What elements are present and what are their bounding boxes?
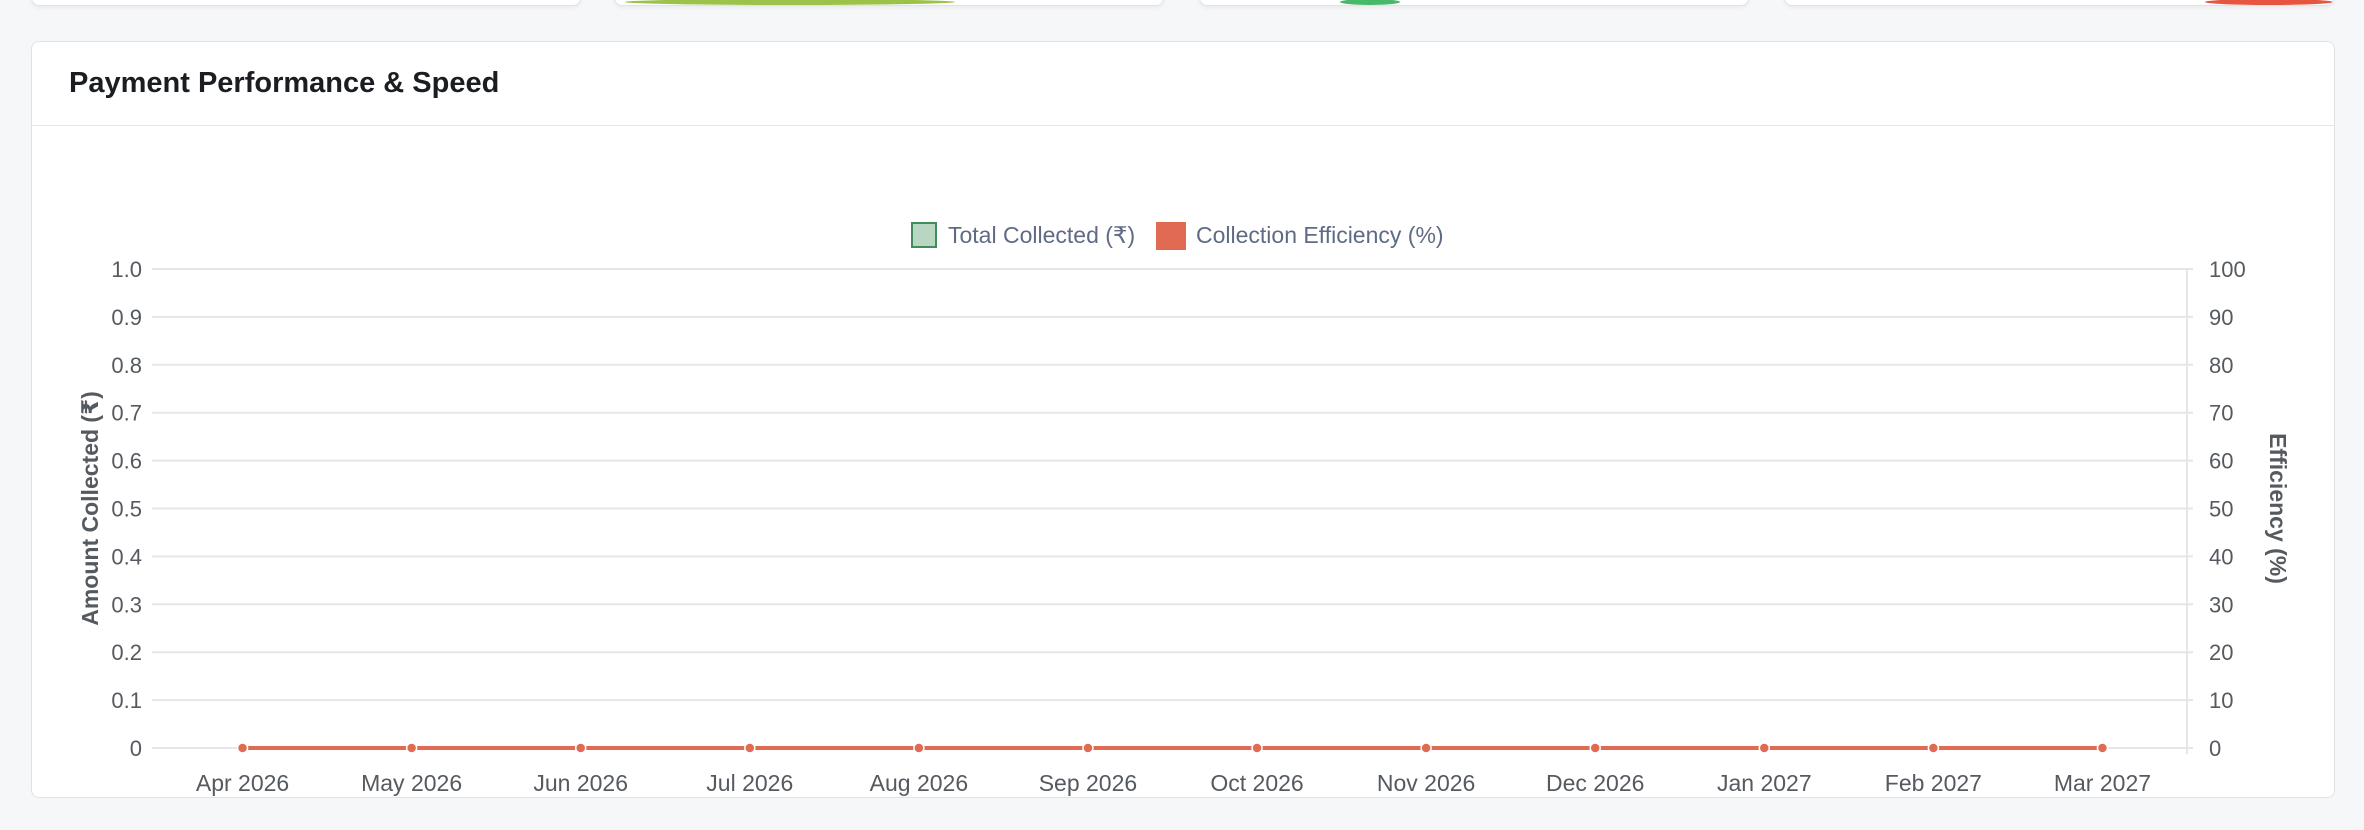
- point-collection-efficiency: [1758, 742, 1771, 754]
- x-tick-label: Nov 2026: [1377, 770, 1475, 796]
- point-collection-efficiency: [913, 742, 925, 754]
- card-sparkline: [1340, 0, 1400, 5]
- summary-card-1: [31, 0, 581, 6]
- point-collection-efficiency: [744, 742, 756, 754]
- x-tick-label: Sep 2026: [1039, 770, 1137, 796]
- legend-swatch-total-collected: [911, 222, 937, 248]
- payment-performance-panel: Payment Performance & Speed 0 0.1 0.2 0.3 0.…: [31, 41, 2335, 798]
- y-right-tick-label: 70: [2209, 401, 2233, 426]
- y-left-tick-label: 0.9: [111, 305, 142, 330]
- panel-title: Payment Performance & Speed: [69, 67, 500, 99]
- card-sparkline: [625, 0, 955, 5]
- x-tick-label: Mar 2027: [2054, 770, 2151, 796]
- y-right-tick-label: 40: [2209, 544, 2233, 569]
- y-right-tick-label: 30: [2209, 592, 2233, 617]
- point-collection-efficiency: [1082, 742, 1094, 754]
- point-collection-efficiency: [1251, 742, 1263, 754]
- y-left-axis-title: Amount Collected (₹): [77, 391, 103, 626]
- y-right-tick-label: 90: [2209, 305, 2233, 330]
- x-tick-label: May 2026: [361, 770, 462, 796]
- x-tick-label: Aug 2026: [870, 770, 968, 796]
- y-left-tick-label: 0.4: [111, 544, 142, 569]
- y-right-tick-label: 100: [2209, 257, 2246, 282]
- legend-swatch-collection-efficiency: [1156, 222, 1186, 250]
- y-left-tick-label: 0.3: [111, 592, 142, 617]
- point-collection-efficiency: [2096, 742, 2109, 754]
- y-right-tick-label: 0: [2209, 736, 2221, 761]
- y-left-tick-label: 0.1: [111, 688, 142, 713]
- y-left-tick-label: 0.2: [111, 640, 142, 665]
- y-left-tick-label: 0.8: [111, 353, 142, 378]
- point-collection-efficiency: [574, 742, 587, 754]
- y-right-tick-label: 80: [2209, 353, 2233, 378]
- y-left-tick-label: 0.5: [111, 497, 142, 522]
- x-tick-label: Oct 2026: [1210, 770, 1303, 796]
- chart-area: 0 0.1 0.2 0.3 0.4 0.5 0.6 0.7 0.8 0.9 1.0 0 10 20 30 40…: [32, 126, 2334, 797]
- summary-card-3: [1199, 0, 1749, 6]
- y-right-tick-label: 50: [2209, 497, 2233, 522]
- y-right-tick-label: 60: [2209, 449, 2233, 474]
- x-tick-label: Jul 2026: [706, 770, 793, 796]
- point-collection-efficiency: [405, 742, 418, 754]
- y-right-tick-label: 10: [2209, 688, 2233, 713]
- performance-chart: 0 0.1 0.2 0.3 0.4 0.5 0.6 0.7 0.8 0.9 1.0 0 10 20 30 40…: [77, 222, 2291, 796]
- y-left-tick-label: 0.7: [111, 401, 142, 426]
- summary-card-4: [1784, 0, 2334, 6]
- point-collection-efficiency: [1927, 742, 1940, 754]
- x-tick-label: Jan 2027: [1717, 770, 1812, 796]
- point-collection-efficiency: [1589, 742, 1601, 754]
- y-right-axis-title: Efficiency (%): [2265, 433, 2291, 584]
- panel-header: Payment Performance & Speed: [32, 42, 2334, 126]
- y-left-tick-label: 1.0: [111, 257, 142, 282]
- y-right-tick-label: 20: [2209, 640, 2233, 665]
- legend-label-total-collected: Total Collected (₹): [948, 222, 1135, 248]
- point-collection-efficiency: [236, 742, 249, 754]
- x-tick-label: Jun 2026: [533, 770, 628, 796]
- point-collection-efficiency: [1420, 742, 1432, 754]
- x-tick-label: Apr 2026: [196, 770, 289, 796]
- legend-label-collection-efficiency: Collection Efficiency (%): [1196, 222, 1444, 248]
- y-left-tick-label: 0.6: [111, 449, 142, 474]
- x-tick-label: Dec 2026: [1546, 770, 1644, 796]
- summary-card-2: [614, 0, 1164, 6]
- y-left-tick-label: 0: [130, 736, 142, 761]
- x-tick-label: Feb 2027: [1885, 770, 1982, 796]
- card-sparkline: [2205, 0, 2333, 5]
